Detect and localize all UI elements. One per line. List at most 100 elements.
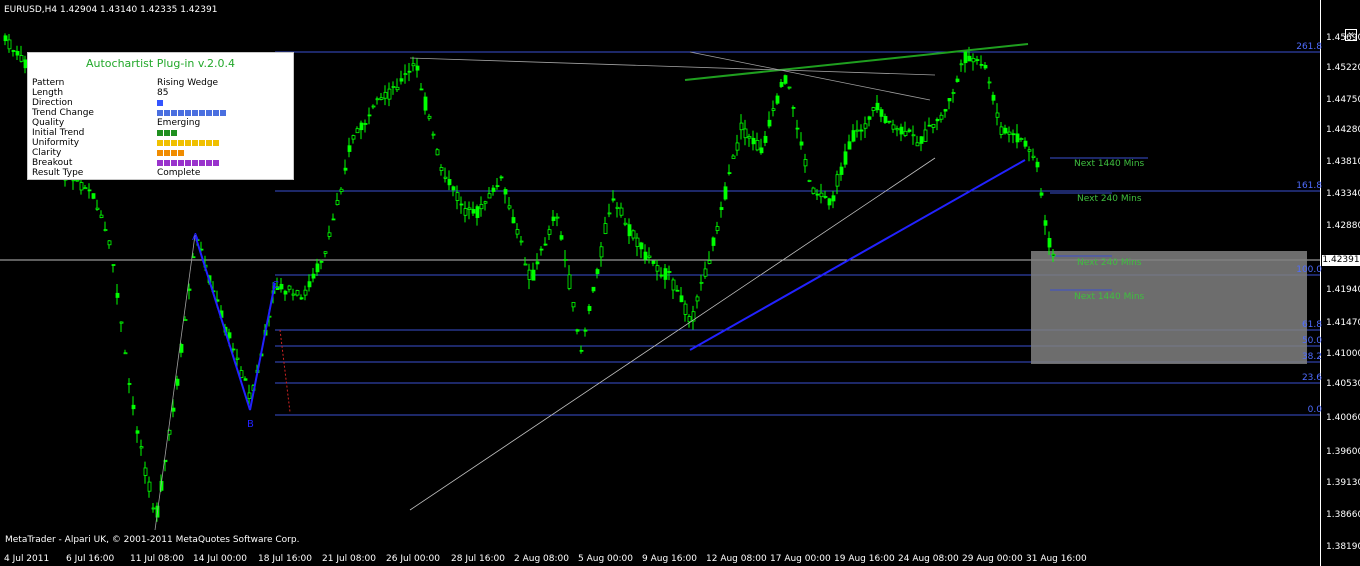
candle-body bbox=[703, 268, 708, 277]
candle-body bbox=[655, 265, 660, 272]
panel-row-value bbox=[157, 138, 220, 148]
candle-body bbox=[675, 289, 680, 292]
candle-body bbox=[419, 88, 424, 91]
candle-body bbox=[431, 133, 436, 136]
candle-body bbox=[775, 95, 780, 104]
candle-body bbox=[403, 73, 408, 76]
candle-body bbox=[875, 102, 880, 111]
candle-body bbox=[535, 261, 540, 265]
date-tick-label: 9 Aug 16:00 bbox=[642, 554, 697, 564]
candle-body bbox=[811, 187, 816, 194]
candle-body bbox=[187, 288, 192, 291]
candle-body bbox=[423, 96, 428, 111]
candle-body bbox=[527, 269, 532, 280]
candle-body bbox=[435, 149, 440, 156]
candle-body bbox=[15, 50, 20, 56]
candle-body bbox=[883, 116, 888, 123]
candle-body bbox=[891, 124, 896, 130]
candle-body bbox=[415, 65, 420, 71]
candle-body bbox=[119, 321, 124, 324]
candle-body bbox=[591, 286, 596, 292]
candle-body bbox=[747, 136, 752, 139]
candle-body bbox=[87, 189, 92, 192]
candle-body bbox=[547, 229, 552, 235]
candle-body bbox=[319, 260, 324, 263]
candle-body bbox=[759, 147, 764, 154]
candle-body bbox=[943, 109, 948, 112]
candle-body bbox=[847, 141, 852, 150]
candle-body bbox=[739, 122, 744, 131]
candle-body bbox=[359, 122, 364, 131]
rating-square bbox=[157, 149, 163, 156]
candle-body bbox=[151, 507, 156, 510]
rating-square bbox=[213, 139, 219, 146]
projection-label: Next 1440 Mins bbox=[1074, 292, 1145, 302]
candle-body bbox=[227, 332, 232, 339]
candle-body bbox=[139, 446, 144, 449]
candle-body bbox=[191, 256, 196, 259]
panel-row-value bbox=[157, 98, 164, 108]
candle-body bbox=[83, 187, 88, 190]
candle-body bbox=[659, 274, 664, 277]
rating-square bbox=[185, 109, 191, 116]
rating-square bbox=[171, 149, 177, 156]
candle-body bbox=[351, 135, 356, 140]
candle-body bbox=[279, 283, 284, 290]
candle-body bbox=[635, 237, 640, 247]
candle-body bbox=[1027, 149, 1032, 152]
autochartist-panel[interactable]: Autochartist Plug-in v.2.0.4 Pattern Risi… bbox=[27, 52, 294, 180]
candle-body bbox=[791, 107, 796, 109]
rating-square bbox=[199, 139, 205, 146]
candle-body bbox=[1031, 155, 1036, 158]
candle-body bbox=[843, 151, 848, 165]
rating-square bbox=[192, 139, 198, 146]
rating-square bbox=[171, 159, 177, 166]
date-tick-label: 4 Jul 2011 bbox=[4, 554, 50, 564]
candle-body bbox=[627, 224, 632, 237]
candle-body bbox=[3, 35, 8, 42]
rating-square bbox=[185, 159, 191, 166]
candle-body bbox=[855, 129, 860, 132]
candle-body bbox=[763, 135, 768, 143]
candle-body bbox=[695, 296, 700, 302]
candle-body bbox=[951, 92, 956, 94]
candle-body bbox=[911, 134, 916, 137]
date-tick-label: 28 Jul 16:00 bbox=[451, 554, 505, 564]
candle-body bbox=[599, 246, 604, 258]
rating-square bbox=[178, 149, 184, 156]
candle-body bbox=[667, 271, 672, 273]
candle-body bbox=[987, 81, 992, 84]
candle-body bbox=[375, 98, 380, 101]
candle-body bbox=[1035, 161, 1040, 168]
panel-row: Quality Emerging bbox=[32, 118, 288, 128]
candle-body bbox=[583, 329, 588, 332]
candle-body bbox=[683, 303, 688, 315]
candle-body bbox=[563, 259, 568, 261]
candle-body bbox=[1019, 138, 1024, 140]
fib-level-label: 261.8 bbox=[1296, 42, 1322, 52]
panel-row: Pattern Rising Wedge bbox=[32, 78, 288, 88]
candle-body bbox=[819, 192, 824, 198]
candle-body bbox=[127, 383, 132, 385]
rating-square bbox=[178, 109, 184, 116]
candle-body bbox=[947, 98, 952, 102]
candle-body bbox=[699, 281, 704, 284]
candle-body bbox=[751, 137, 756, 145]
candle-body bbox=[915, 142, 920, 147]
candle-body bbox=[995, 112, 1000, 118]
candle-body bbox=[711, 237, 716, 246]
candle-body bbox=[383, 91, 388, 99]
candle-body bbox=[931, 123, 936, 128]
candle-body bbox=[907, 129, 912, 132]
panel-row-key: Length bbox=[32, 88, 64, 98]
resistance-line bbox=[409, 57, 936, 76]
candle-body bbox=[487, 193, 492, 199]
candle-body bbox=[459, 203, 464, 206]
projection-label: Next 240 Mins bbox=[1077, 194, 1142, 204]
candle-body bbox=[663, 268, 668, 280]
target-line bbox=[279, 329, 291, 413]
price-tick-label: 1.42880 bbox=[1326, 221, 1360, 231]
candle-body bbox=[231, 348, 236, 351]
candle-body bbox=[1039, 192, 1044, 196]
candle-body bbox=[595, 269, 600, 274]
